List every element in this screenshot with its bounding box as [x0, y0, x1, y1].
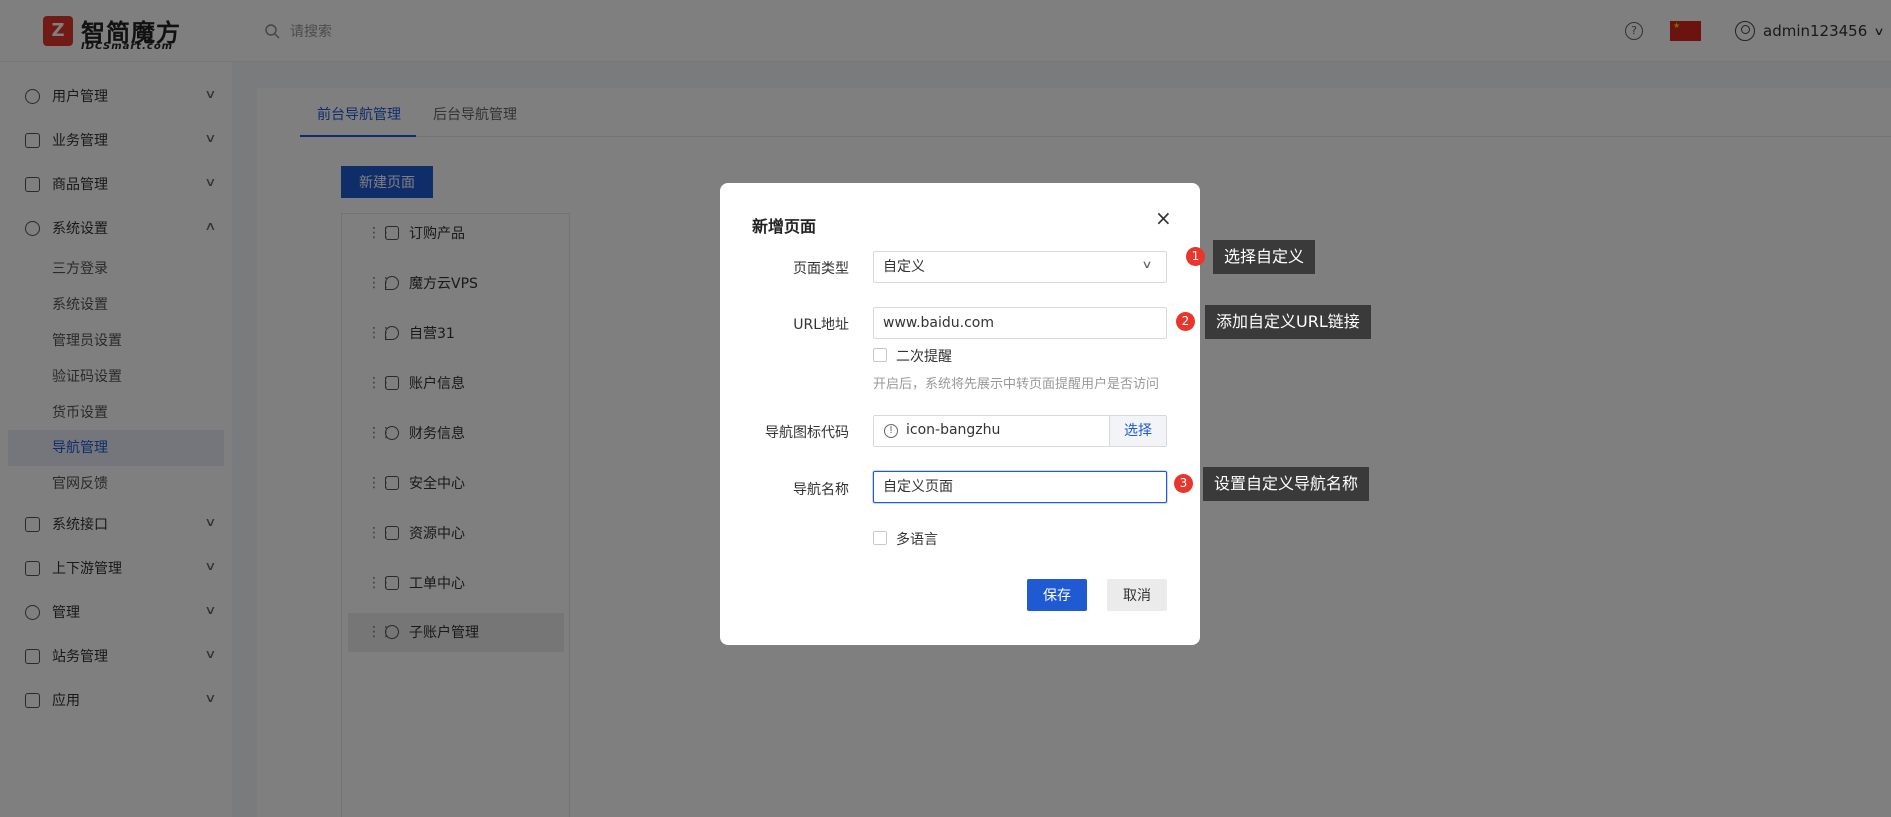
annotation-callout-3: 设置自定义导航名称 [1203, 467, 1370, 501]
second-remind-checkbox[interactable] [873, 348, 887, 362]
save-button[interactable]: 保存 [1027, 579, 1087, 611]
url-input[interactable]: www.baidu.com [873, 307, 1167, 339]
dialog-title: 新增页面 [752, 217, 817, 236]
annotation-callout-2: 添加自定义URL链接 [1205, 305, 1371, 339]
page-type-label: 页面类型 [793, 261, 849, 277]
annotation-callout-1: 选择自定义 [1213, 240, 1316, 274]
page-type-select[interactable]: 自定义 [873, 251, 1167, 283]
info-icon: ! [884, 424, 898, 438]
chevron-down-icon: ∨ [1141, 258, 1153, 271]
url-label: URL地址 [793, 317, 849, 333]
close-icon[interactable]: × [1155, 206, 1172, 230]
cancel-button[interactable]: 取消 [1107, 579, 1167, 611]
annotation-badge-2: 2 [1176, 312, 1195, 331]
annotation-badge-1: 1 [1186, 247, 1205, 266]
nav-name-label: 导航名称 [793, 482, 849, 498]
annotation-badge-3: 3 [1174, 474, 1193, 493]
second-remind-hint: 开启后，系统将先展示中转页面提醒用户是否访问 [873, 377, 1160, 392]
nav-name-input[interactable]: 自定义页面 [873, 471, 1167, 503]
icon-code-field[interactable]: ! icon-bangzhu 选择 [873, 415, 1167, 447]
second-remind-label: 二次提醒 [896, 349, 952, 365]
multi-language-checkbox[interactable] [873, 531, 887, 545]
icon-code-label: 导航图标代码 [765, 425, 849, 441]
multi-language-label: 多语言 [896, 532, 938, 548]
select-icon-button[interactable]: 选择 [1109, 416, 1166, 446]
icon-code-value: icon-bangzhu [906, 422, 1001, 438]
